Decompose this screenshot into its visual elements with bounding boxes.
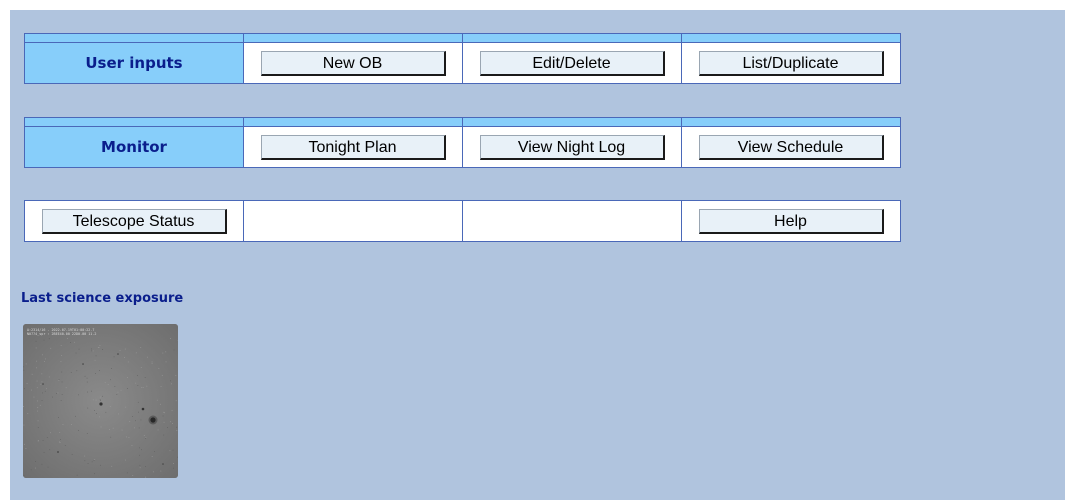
user-inputs-table: User inputs New OB Edit/Delete List/Dupl… [24,33,901,84]
edit-delete-button[interactable]: Edit/Delete [479,50,665,76]
telescope-status-button[interactable]: Telescope Status [41,208,227,234]
view-night-log-button[interactable]: View Night Log [479,134,665,160]
monitor-label: Monitor [24,126,244,168]
help-button[interactable]: Help [698,208,884,234]
new-ob-button[interactable]: New OB [260,50,446,76]
user-inputs-label: User inputs [24,42,244,84]
tonight-plan-button[interactable]: Tonight Plan [260,134,446,160]
table-header-strip [24,117,901,127]
thumbnail-caption-line2: N0774_spr : 2BEE40.00 22D0.00 11.2 [27,332,96,336]
table-header-strip [24,33,901,43]
last-science-exposure-title: Last science exposure [21,291,184,306]
science-exposure-thumbnail[interactable]: A:2314/16 - 2022-07-19T01:00:22.7 N0774_… [23,324,178,478]
list-duplicate-button[interactable]: List/Duplicate [698,50,884,76]
main-page: User inputs New OB Edit/Delete List/Dupl… [10,10,1065,500]
star-field-image: A:2314/16 - 2022-07-19T01:00:22.7 N0774_… [23,324,178,478]
utility-table: Telescope Status Help [24,200,901,242]
view-schedule-button[interactable]: View Schedule [698,134,884,160]
monitor-table: Monitor Tonight Plan View Night Log View… [24,117,901,168]
